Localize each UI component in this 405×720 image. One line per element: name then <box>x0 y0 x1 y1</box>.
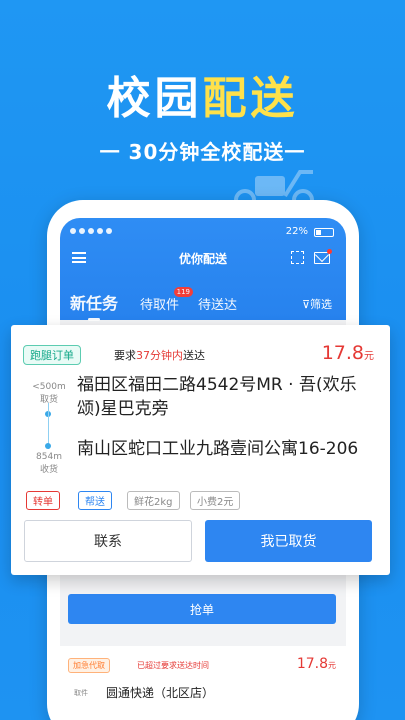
tab-bar: 新任务 待取件 119 待送达 ⊽筛选 <box>60 287 346 321</box>
filter-button[interactable]: ⊽筛选 <box>302 296 332 312</box>
pickup-meta: <500m 取货 <box>31 381 67 407</box>
delivery-distance: 854m <box>36 452 62 462</box>
signal-icon <box>70 228 112 234</box>
status-bar: 22% <box>70 226 336 240</box>
tab-new-tasks-label: 新任务 <box>70 294 119 313</box>
picked-up-button[interactable]: 我已取货 <box>205 520 372 562</box>
secondary-price-unit: 元 <box>328 661 336 670</box>
hero-subtitle: 一 30分钟全校配送一 <box>99 140 306 164</box>
contact-button[interactable]: 联系 <box>24 520 192 562</box>
hero-title-main: 校园 <box>106 73 203 124</box>
order-card-secondary[interactable]: 加急代取 已超过要求送达时间 17.8元 取件 圆通快递（北区店） <box>60 646 346 720</box>
secondary-price: 17.8元 <box>297 656 336 672</box>
order-price-unit: 元 <box>364 351 374 362</box>
order-price: 17.8元 <box>322 342 374 364</box>
tab-to-deliver[interactable]: 待送达 <box>198 294 237 313</box>
chip-item-weight: 鲜花2kg <box>127 491 180 510</box>
pickup-address: 圆通快递（北区店） <box>106 686 215 700</box>
delivery-requirement: 要求37分钟内送达 <box>114 347 205 363</box>
grab-order-button[interactable]: 抢单 <box>68 594 336 624</box>
app-header: 22% 优你配送 新任务 待取件 119 待送达 ⊽筛选 <box>60 218 346 321</box>
pickup-meta-label: 取货 <box>39 395 58 405</box>
pickup-label: 取件 <box>74 689 88 697</box>
filter-icon: ⊽ <box>301 298 310 311</box>
tab-to-pickup-label: 待取件 <box>140 298 180 313</box>
order-card-highlighted[interactable]: 跑腿订单 要求37分钟内送达 17.8元 <500m 取货 854m 收货 福田… <box>11 325 390 575</box>
requirement-prefix: 要求 <box>114 349 136 362</box>
battery-icon <box>314 228 334 237</box>
pickup-count-badge: 119 <box>173 287 194 297</box>
chip-help-deliver: 帮送 <box>78 491 112 510</box>
tab-to-deliver-label: 待送达 <box>198 298 238 313</box>
hero-title: 校园配送 <box>0 62 405 126</box>
delivery-meta: 854m 收货 <box>31 451 67 477</box>
urgent-pickup-tag: 加急代取 <box>68 658 110 673</box>
chip-transfer: 转单 <box>26 491 60 510</box>
route-end-dot <box>45 443 51 449</box>
tab-new-tasks[interactable]: 新任务 <box>70 290 119 321</box>
pickup-address: 福田区福田二路4542号MR · 吾(欢乐颂)星巴克旁 <box>77 375 357 419</box>
chip-tip: 小费2元 <box>190 491 241 510</box>
filter-label: 筛选 <box>310 298 332 311</box>
requirement-time: 37分钟内 <box>136 349 183 362</box>
pickup-distance: <500m <box>32 382 66 392</box>
requirement-suffix: 送达 <box>183 349 205 362</box>
notification-dot <box>327 249 332 254</box>
hero-title-accent: 配送 <box>202 73 299 124</box>
delivery-meta-label: 收货 <box>39 465 58 475</box>
order-price-value: 17.8 <box>321 342 364 364</box>
scan-icon[interactable] <box>291 251 304 264</box>
tab-to-pickup[interactable]: 待取件 119 <box>140 287 194 313</box>
errand-order-tag: 跑腿订单 <box>23 345 81 365</box>
battery-text: 22% <box>285 226 308 237</box>
secondary-price-value: 17.8 <box>296 656 328 672</box>
delivery-address: 南山区蛇口工业九路壹间公寓16-206 <box>77 439 359 459</box>
overdue-warning: 已超过要求送达时间 <box>137 661 209 670</box>
